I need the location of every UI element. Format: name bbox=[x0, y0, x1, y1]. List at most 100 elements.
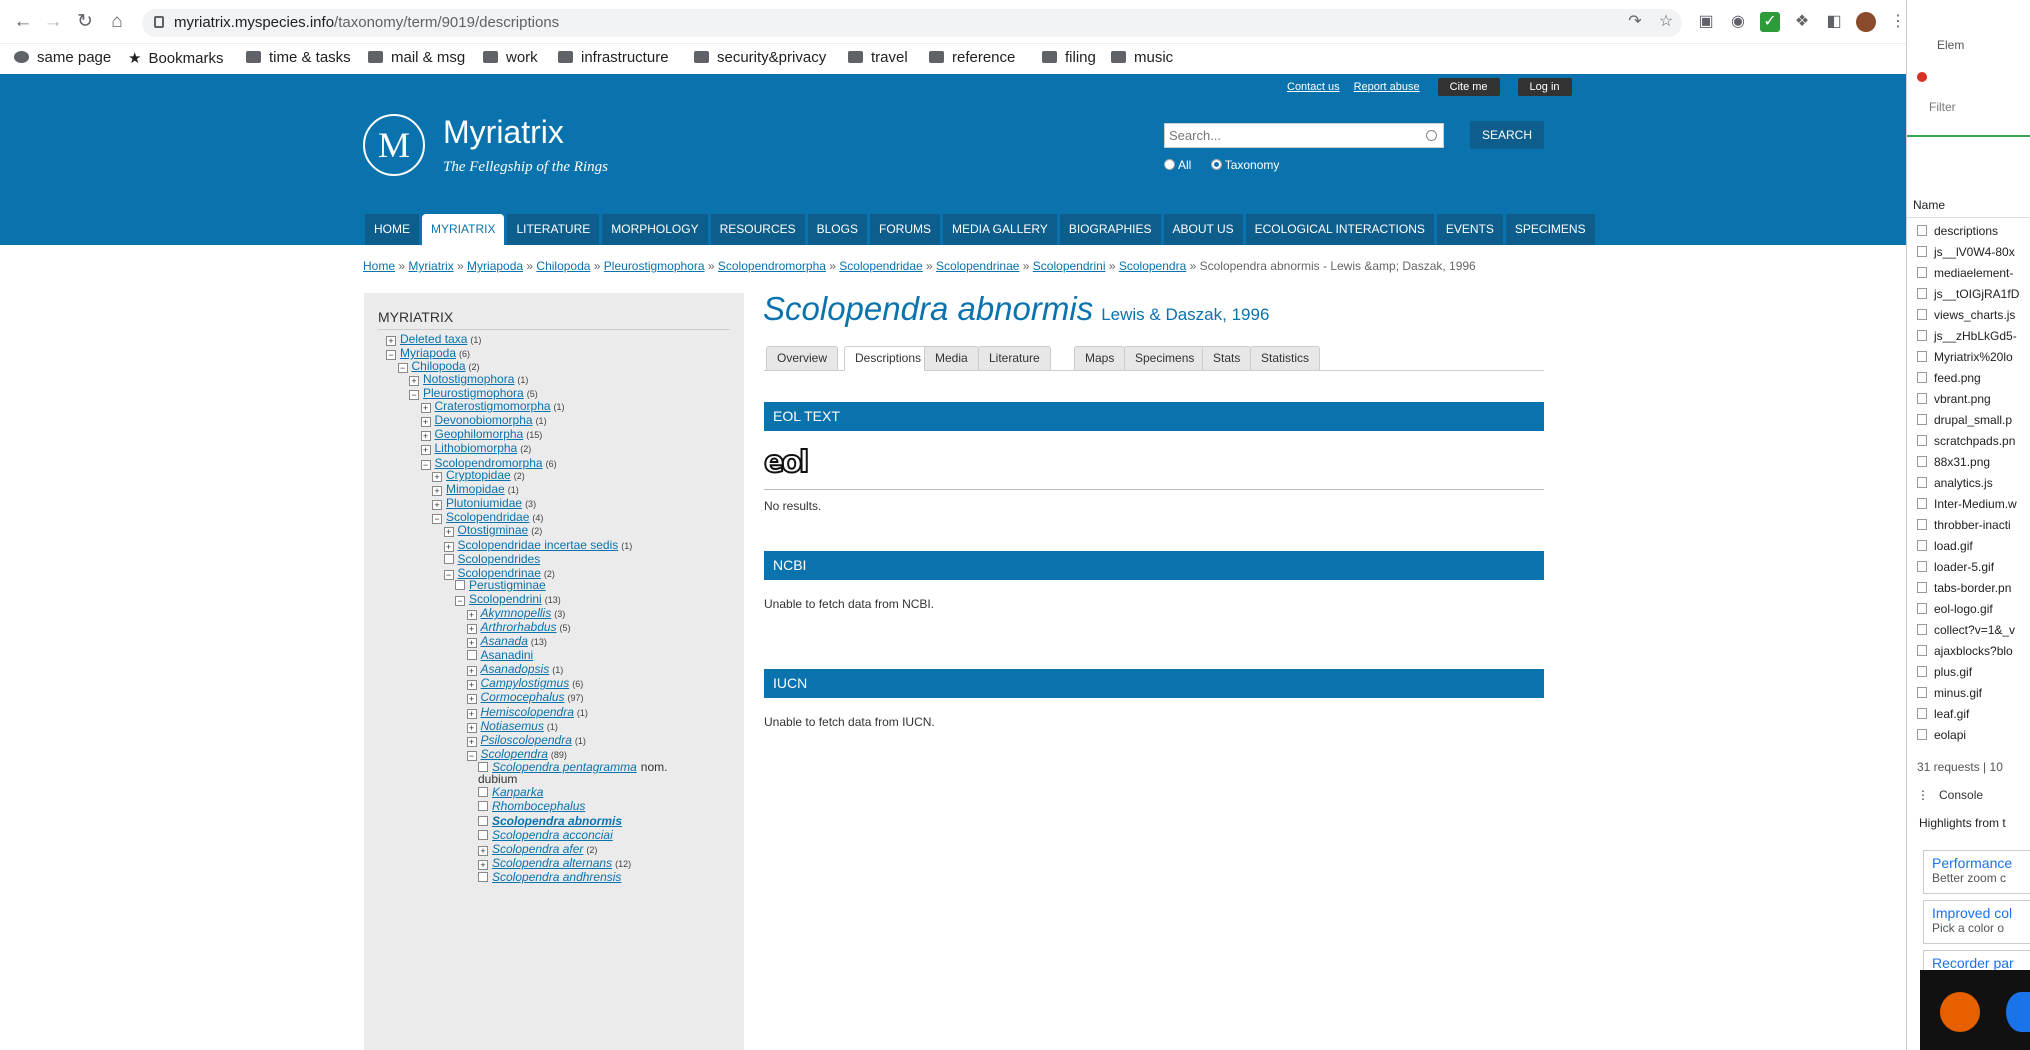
tree-node-link[interactable]: Notostigmophora bbox=[423, 372, 514, 386]
tab-stats[interactable]: Stats bbox=[1202, 346, 1252, 371]
network-request-row[interactable]: collect?v=1&_v bbox=[1907, 623, 2030, 637]
tab-literature[interactable]: Literature bbox=[978, 346, 1051, 371]
report-abuse-link[interactable]: Report abuse bbox=[1354, 81, 1420, 93]
expand-icon[interactable]: + bbox=[466, 737, 477, 747]
bookmark-folder[interactable]: travel bbox=[848, 49, 908, 66]
tree-node-link[interactable]: Kanparka bbox=[492, 785, 543, 799]
forward-icon[interactable]: → bbox=[42, 11, 64, 33]
expand-icon[interactable]: + bbox=[466, 624, 477, 634]
network-request-row[interactable]: throbber-inacti bbox=[1907, 518, 2030, 532]
tab-descriptions[interactable]: Descriptions bbox=[844, 346, 933, 371]
tree-node-link[interactable]: Scolopendra andhrensis bbox=[492, 870, 621, 884]
expand-icon[interactable]: + bbox=[443, 527, 454, 537]
tree-node-link[interactable]: Hemiscolopendra bbox=[481, 705, 574, 719]
bookmark-item[interactable]: ★ Bookmarks bbox=[128, 49, 223, 67]
tree-node-link[interactable]: Scolopendra alternans bbox=[492, 856, 612, 870]
menu-item-literature[interactable]: LITERATURE bbox=[507, 214, 600, 245]
breadcrumb-link[interactable]: Scolopendromorpha bbox=[718, 259, 826, 273]
network-request-row[interactable]: 88x31.png bbox=[1907, 455, 2030, 469]
network-request-row[interactable]: views_charts.js bbox=[1907, 308, 2030, 322]
star-icon[interactable]: ☆ bbox=[1656, 12, 1676, 32]
home-icon[interactable]: ⌂ bbox=[106, 11, 128, 33]
network-request-row[interactable]: vbrant.png bbox=[1907, 392, 2030, 406]
network-request-row[interactable]: eolapi bbox=[1907, 728, 2030, 742]
breadcrumb-link[interactable]: Chilopoda bbox=[536, 259, 590, 273]
radio-all[interactable]: All bbox=[1164, 158, 1191, 172]
menu-item-resources[interactable]: RESOURCES bbox=[710, 214, 805, 245]
network-request-row[interactable]: analytics.js bbox=[1907, 476, 2030, 490]
tree-node-link[interactable]: Scolopendra acconciai bbox=[492, 828, 613, 842]
back-icon[interactable]: ← bbox=[12, 11, 34, 33]
network-request-row[interactable]: eol-logo.gif bbox=[1907, 602, 2030, 616]
collapse-icon[interactable]: − bbox=[443, 570, 454, 580]
network-request-row[interactable]: tabs-border.pn bbox=[1907, 581, 2030, 595]
login-button[interactable]: Log in bbox=[1517, 78, 1572, 96]
bookmark-folder[interactable]: time & tasks bbox=[246, 49, 351, 66]
tree-node-link[interactable]: Plutoniumidae bbox=[446, 496, 522, 510]
site-logo[interactable]: M bbox=[363, 114, 425, 176]
tree-node-link[interactable]: Perustigminae bbox=[469, 578, 546, 592]
menu-item-biographies[interactable]: BIOGRAPHIES bbox=[1059, 214, 1161, 245]
tree-node-link[interactable]: Campylostigmus bbox=[481, 676, 570, 690]
tab-maps[interactable]: Maps bbox=[1074, 346, 1126, 371]
tree-node-link[interactable]: Otostigminae bbox=[458, 523, 529, 537]
bookmark-folder[interactable]: reference bbox=[929, 49, 1015, 66]
breadcrumb-link[interactable]: Home bbox=[363, 259, 395, 273]
bookmark-item[interactable]: same page bbox=[14, 49, 111, 66]
menu-item-ecological-interactions[interactable]: ECOLOGICAL INTERACTIONS bbox=[1245, 214, 1434, 245]
contact-link[interactable]: Contact us bbox=[1287, 81, 1340, 93]
tab-media[interactable]: Media bbox=[924, 346, 979, 371]
network-request-row[interactable]: plus.gif bbox=[1907, 665, 2030, 679]
expand-icon[interactable]: + bbox=[466, 610, 477, 620]
bookmark-folder[interactable]: music bbox=[1111, 49, 1173, 66]
radio-taxonomy[interactable]: Taxonomy bbox=[1210, 158, 1279, 172]
collapse-icon[interactable]: − bbox=[397, 363, 408, 373]
bookmark-folder[interactable]: security&privacy bbox=[694, 49, 826, 66]
whats-new-card[interactable]: Performance Better zoom c bbox=[1923, 850, 2030, 894]
menu-item-specimens[interactable]: SPECIMENS bbox=[1505, 214, 1595, 245]
tree-node-link[interactable]: Notiasemus bbox=[481, 719, 544, 733]
breadcrumb-link[interactable]: Myriatrix bbox=[408, 259, 453, 273]
tree-node-link[interactable]: Arthrorhabdus bbox=[481, 620, 557, 634]
collapse-icon[interactable]: − bbox=[455, 596, 465, 606]
tab-statistics[interactable]: Statistics bbox=[1250, 346, 1321, 371]
expand-icon[interactable]: + bbox=[466, 680, 477, 690]
tree-node-link[interactable]: Asanadopsis bbox=[481, 662, 550, 676]
avatar[interactable] bbox=[1856, 12, 1876, 32]
expand-icon[interactable]: + bbox=[443, 542, 454, 552]
share-icon[interactable]: ↷ bbox=[1625, 12, 1645, 32]
kebab-icon[interactable]: ⋮ bbox=[1917, 788, 1929, 802]
network-request-row[interactable]: scratchpads.pn bbox=[1907, 434, 2030, 448]
collapse-icon[interactable]: − bbox=[409, 390, 419, 400]
tree-node-link[interactable]: Scolopendrides bbox=[458, 552, 541, 566]
bookmark-folder[interactable]: mail & msg bbox=[368, 49, 465, 66]
expand-icon[interactable]: + bbox=[466, 709, 477, 719]
collapse-icon[interactable]: − bbox=[420, 460, 431, 470]
tree-node-link[interactable]: Cryptopidae bbox=[446, 468, 511, 482]
expand-icon[interactable]: + bbox=[420, 431, 431, 441]
expand-icon[interactable]: + bbox=[420, 445, 431, 455]
expand-icon[interactable]: + bbox=[466, 666, 477, 676]
network-request-row[interactable]: Inter-Medium.w bbox=[1907, 497, 2030, 511]
network-request-row[interactable]: minus.gif bbox=[1907, 686, 2030, 700]
menu-item-home[interactable]: HOME bbox=[365, 214, 419, 245]
expand-icon[interactable]: + bbox=[478, 846, 488, 856]
filter-input[interactable]: Filter bbox=[1929, 100, 2030, 114]
breadcrumb-link[interactable]: Scolopendra bbox=[1119, 259, 1186, 273]
bookmark-folder[interactable]: filing bbox=[1042, 49, 1096, 66]
tree-node-link[interactable]: Akymnopellis bbox=[481, 606, 552, 620]
menu-item-events[interactable]: EVENTS bbox=[1436, 214, 1503, 245]
tab-specimens[interactable]: Specimens bbox=[1124, 346, 1206, 371]
network-request-row[interactable]: loader-5.gif bbox=[1907, 560, 2030, 574]
network-request-row[interactable]: js__zHbLkGd5- bbox=[1907, 329, 2030, 343]
tree-node-link[interactable]: Devonobiomorpha bbox=[435, 413, 533, 427]
tree-node-link[interactable]: Deleted taxa bbox=[400, 332, 467, 346]
extension-icon[interactable]: ◉ bbox=[1728, 12, 1748, 32]
expand-icon[interactable]: + bbox=[478, 860, 488, 870]
expand-icon[interactable]: + bbox=[432, 486, 442, 496]
check-extension-icon[interactable]: ✓ bbox=[1760, 12, 1780, 32]
breadcrumb-link[interactable]: Scolopendrinae bbox=[936, 259, 1019, 273]
tree-node-link[interactable]: Craterostigmomorpha bbox=[435, 399, 551, 413]
tree-node-link[interactable]: Myriapoda bbox=[400, 346, 456, 360]
tree-node-link[interactable]: Scolopendridae bbox=[446, 510, 529, 524]
